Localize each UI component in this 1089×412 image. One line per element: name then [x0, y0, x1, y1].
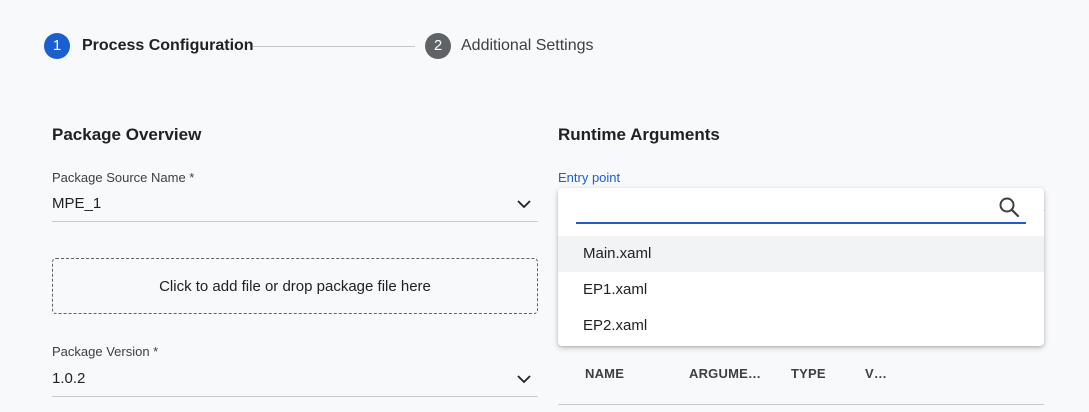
runtime-arguments-title: Runtime Arguments: [558, 125, 720, 144]
package-source-select[interactable]: MPE_1: [52, 195, 101, 212]
entry-point-option[interactable]: EP2.xaml: [558, 308, 1044, 344]
chevron-down-icon[interactable]: [516, 373, 532, 385]
step-1-number[interactable]: 1: [44, 33, 70, 59]
entry-point-dropdown: Main.xaml EP1.xaml EP2.xaml: [558, 188, 1044, 346]
search-icon[interactable]: [998, 196, 1020, 218]
package-version-label: Package Version *: [52, 344, 159, 359]
step-2-number[interactable]: 2: [425, 33, 451, 59]
package-version-select[interactable]: 1.0.2: [52, 370, 85, 387]
column-header-argument[interactable]: ARGUME…: [689, 366, 761, 381]
entry-point-label: Entry point: [558, 170, 621, 185]
column-header-value[interactable]: V…: [865, 366, 887, 381]
stepper: 1 Process Configuration 2 Additional Set…: [44, 33, 744, 61]
dropzone-text: Click to add file or drop package file h…: [159, 277, 431, 295]
package-overview-title: Package Overview: [52, 125, 202, 144]
step-2-label[interactable]: Additional Settings: [461, 37, 594, 55]
step-1-label[interactable]: Process Configuration: [82, 37, 254, 55]
search-focus-underline: [576, 222, 1026, 224]
entry-point-search-input[interactable]: [576, 208, 1026, 230]
column-header-type[interactable]: TYPE: [791, 366, 826, 381]
package-source-label: Package Source Name *: [52, 170, 195, 185]
column-header-name[interactable]: NAME: [585, 366, 624, 381]
package-file-dropzone[interactable]: Click to add file or drop package file h…: [52, 258, 538, 314]
table-divider: [558, 404, 1044, 405]
package-source-underline: [52, 221, 538, 222]
entry-point-option[interactable]: EP1.xaml: [558, 272, 1044, 308]
package-version-underline: [52, 396, 538, 397]
entry-point-option[interactable]: Main.xaml: [558, 236, 1044, 272]
stepper-connector: [253, 46, 415, 47]
chevron-down-icon[interactable]: [516, 198, 532, 210]
